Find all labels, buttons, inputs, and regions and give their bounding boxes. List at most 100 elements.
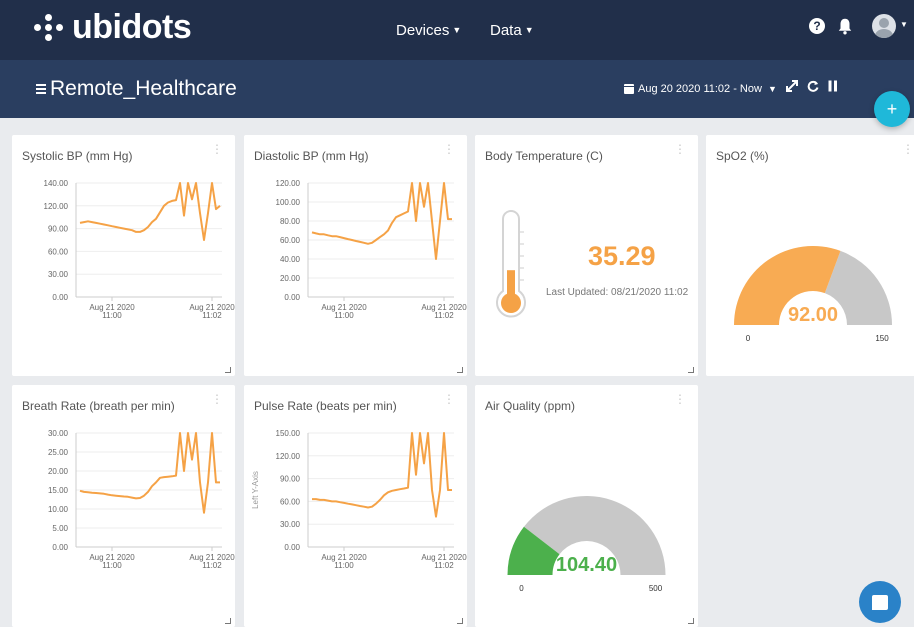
top-navbar: ubidots Devices ▼ Data ▼ ? ▼ — [0, 0, 914, 60]
avatar-body-icon — [875, 29, 893, 38]
y-tick-label: 90.00 — [280, 475, 301, 484]
widget-menu-icon[interactable]: ⋮ — [902, 143, 914, 155]
widget-title: Pulse Rate (beats per min) — [254, 399, 397, 413]
series-line — [79, 432, 220, 514]
chevron-down-icon: ▼ — [452, 25, 462, 35]
x-tick-label-time: 11:02 — [434, 311, 454, 320]
widget-systolic-bp: Systolic BP (mm Hg) ⋮ 140.00 120.00 90.00 6… — [12, 135, 235, 376]
data-menu-label: Data — [490, 22, 522, 39]
y-tick-label: 40.00 — [280, 255, 301, 264]
chat-support-button[interactable] — [859, 581, 901, 623]
dashboard-title[interactable]: Remote_Healthcare — [50, 77, 237, 101]
y-tick-label: 60.00 — [280, 236, 301, 245]
widget-menu-icon[interactable]: ⋮ — [443, 393, 455, 405]
widget-menu-icon[interactable]: ⋮ — [443, 143, 455, 155]
gauge-value: 104.40 — [556, 554, 617, 576]
y-tick-label: 30.00 — [48, 270, 69, 279]
resize-handle-icon[interactable] — [457, 367, 463, 373]
y-tick-label: 5.00 — [52, 524, 68, 533]
widget-breath-rate: Breath Rate (breath per min) ⋮ 30.00 25.0… — [12, 385, 235, 627]
x-tick-label-time: 11:00 — [102, 561, 122, 570]
y-tick-label: 80.00 — [280, 217, 301, 226]
devices-menu-label: Devices — [396, 22, 450, 39]
user-avatar[interactable] — [872, 14, 896, 38]
y-axis-title: Left Y-Axis — [251, 471, 260, 509]
widget-menu-icon[interactable]: ⋮ — [211, 143, 223, 155]
y-tick-label: 30.00 — [280, 520, 301, 529]
y-tick-label: 90.00 — [48, 225, 69, 234]
logo-dots-icon — [34, 14, 64, 41]
y-tick-label: 120.00 — [44, 202, 69, 211]
date-range-label: Aug 20 2020 11:02 - Now — [638, 83, 762, 95]
resize-handle-icon[interactable] — [225, 367, 231, 373]
widget-pulse-rate: Pulse Rate (beats per min) ⋮ 150.00 120.0… — [244, 385, 467, 627]
bell-icon[interactable] — [838, 18, 852, 35]
refresh-icon[interactable] — [807, 79, 819, 95]
y-tick-label: 20.00 — [280, 274, 301, 283]
logo-text: ubidots — [72, 8, 192, 46]
widget-title: SpO2 (%) — [716, 149, 769, 163]
x-tick-label-time: 11:00 — [102, 311, 122, 320]
thermometer-icon — [496, 210, 526, 318]
date-range-picker[interactable]: Aug 20 2020 11:02 - Now ▼ — [624, 83, 777, 95]
series-line — [79, 182, 221, 241]
widget-title: Diastolic BP (mm Hg) — [254, 149, 369, 163]
widget-menu-icon[interactable]: ⋮ — [211, 393, 223, 405]
y-tick-label: 120.00 — [276, 179, 301, 188]
gauge-min-label: 0 — [519, 584, 524, 593]
avatar-head-icon — [879, 18, 889, 28]
resize-handle-icon[interactable] — [688, 618, 694, 624]
ubidots-logo[interactable]: ubidots — [34, 8, 192, 47]
y-tick-label: 150.00 — [276, 429, 301, 438]
last-updated-text: Last Updated: 08/21/2020 11:02 — [546, 287, 689, 298]
y-tick-label: 0.00 — [52, 543, 68, 552]
temperature-value: 35.29 — [588, 241, 656, 271]
data-menu[interactable]: Data ▼ — [490, 22, 534, 39]
add-widget-button[interactable]: + — [874, 91, 910, 127]
expand-icon[interactable] — [786, 79, 798, 95]
gauge-max-label: 500 — [649, 584, 663, 593]
widget-air-quality: Air Quality (ppm) ⋮ 104.40 0 500 — [475, 385, 698, 627]
widget-menu-icon[interactable]: ⋮ — [674, 393, 686, 405]
y-tick-label: 20.00 — [48, 467, 69, 476]
y-tick-label: 0.00 — [52, 293, 68, 302]
spo2-gauge: 92.00 0 150 — [734, 246, 892, 343]
gauge-value: 92.00 — [788, 304, 838, 326]
y-tick-label: 0.00 — [284, 293, 300, 302]
resize-handle-icon[interactable] — [688, 367, 694, 373]
y-tick-label: 140.00 — [44, 179, 69, 188]
gauge-max-label: 150 — [875, 334, 889, 343]
pause-icon[interactable] — [828, 79, 838, 95]
series-line — [312, 432, 452, 518]
y-tick-label: 100.00 — [276, 198, 301, 207]
calendar-icon — [624, 84, 634, 94]
x-tick-label-time: 11:02 — [434, 561, 454, 570]
widget-title: Breath Rate (breath per min) — [22, 399, 175, 413]
y-tick-label: 0.00 — [284, 543, 300, 552]
y-tick-label: 25.00 — [48, 448, 69, 457]
dashboard-header: Remote_Healthcare Aug 20 2020 11:02 - No… — [0, 60, 914, 118]
x-tick-label-time: 11:02 — [202, 311, 222, 320]
gauge-min-label: 0 — [746, 334, 751, 343]
resize-handle-icon[interactable] — [225, 618, 231, 624]
chevron-down-icon: ▼ — [524, 25, 534, 35]
pulse-rate-chart: 150.00120.0090.0060.0030.000.00Aug 21 20… — [251, 429, 467, 570]
systolic-bp-chart: 140.00120.0090.0060.0030.000.00Aug 21 20… — [44, 179, 235, 320]
help-icon[interactable]: ? — [809, 18, 825, 34]
air-quality-gauge: 104.40 0 500 — [507, 496, 666, 593]
chevron-down-icon: ▼ — [767, 84, 777, 94]
widget-body-temperature: Body Temperature (C) ⋮ 35.29 Last Update… — [475, 135, 698, 376]
y-tick-label: 120.00 — [276, 452, 301, 461]
x-tick-label-time: 11:02 — [202, 561, 222, 570]
widget-diastolic-bp: Diastolic BP (mm Hg) ⋮ 120.00 100.00 80.00… — [244, 135, 467, 376]
devices-menu[interactable]: Devices ▼ — [396, 22, 461, 39]
widget-menu-icon[interactable]: ⋮ — [674, 143, 686, 155]
diastolic-bp-chart: 120.00100.0080.0060.0040.0020.000.00Aug … — [276, 179, 467, 320]
hamburger-menu-icon[interactable] — [36, 84, 46, 96]
resize-handle-icon[interactable] — [457, 618, 463, 624]
widget-title: Systolic BP (mm Hg) — [22, 149, 133, 163]
widget-title: Air Quality (ppm) — [485, 399, 576, 413]
y-tick-label: 60.00 — [48, 247, 69, 256]
chevron-down-icon[interactable]: ▼ — [900, 20, 908, 29]
breath-rate-chart: 30.0025.0020.0015.0010.005.000.00Aug 21 … — [48, 429, 235, 570]
